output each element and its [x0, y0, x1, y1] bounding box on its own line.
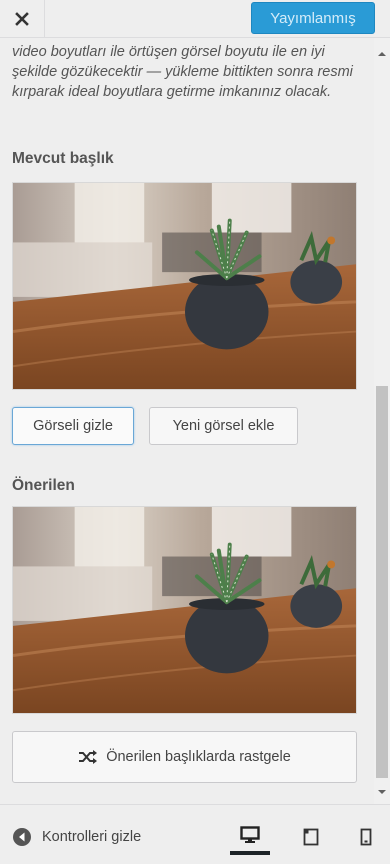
collapse-controls-button[interactable]: Kontrolleri gizle [12, 827, 141, 847]
close-icon [15, 11, 29, 26]
scroll-up-arrow-icon[interactable] [378, 52, 386, 56]
header-image-description: video boyutları ile örtüşen görsel boyut… [12, 44, 353, 100]
current-header-title: Mevcut başlık [12, 150, 114, 167]
randomize-suggested-button[interactable]: Önerilen başlıklarda rastgele [12, 731, 357, 783]
randomize-label: Önerilen başlıklarda rastgele [106, 749, 291, 765]
vertical-scrollbar[interactable] [374, 38, 390, 804]
customizer-footer: Kontrolleri gizle [0, 804, 390, 864]
controls-panel: video boyutları ile örtüşen görsel boyut… [0, 38, 374, 804]
current-header-image[interactable] [12, 182, 357, 390]
publish-button[interactable]: Yayımlanmış [251, 2, 375, 34]
suggested-header-image[interactable] [12, 506, 357, 714]
mobile-icon [360, 828, 372, 846]
collapse-label: Kontrolleri gizle [42, 829, 142, 845]
desktop-icon [240, 826, 260, 843]
preview-tablet-button[interactable] [291, 819, 331, 855]
scroll-down-arrow-icon[interactable] [378, 790, 386, 794]
suggested-title: Önerilen [12, 477, 75, 494]
preview-desktop-button[interactable] [230, 819, 270, 855]
close-button[interactable] [0, 0, 45, 37]
preview-mobile-button[interactable] [346, 819, 386, 855]
add-new-image-button[interactable]: Yeni görsel ekle [149, 407, 298, 445]
scrollbar-thumb[interactable] [376, 386, 388, 778]
tablet-icon [303, 828, 319, 846]
arrow-left-circle-icon [13, 828, 31, 846]
customizer-header: Yayımlanmış [0, 0, 390, 38]
shuffle-icon [79, 750, 98, 764]
hide-image-button[interactable]: Görseli gizle [12, 407, 134, 445]
